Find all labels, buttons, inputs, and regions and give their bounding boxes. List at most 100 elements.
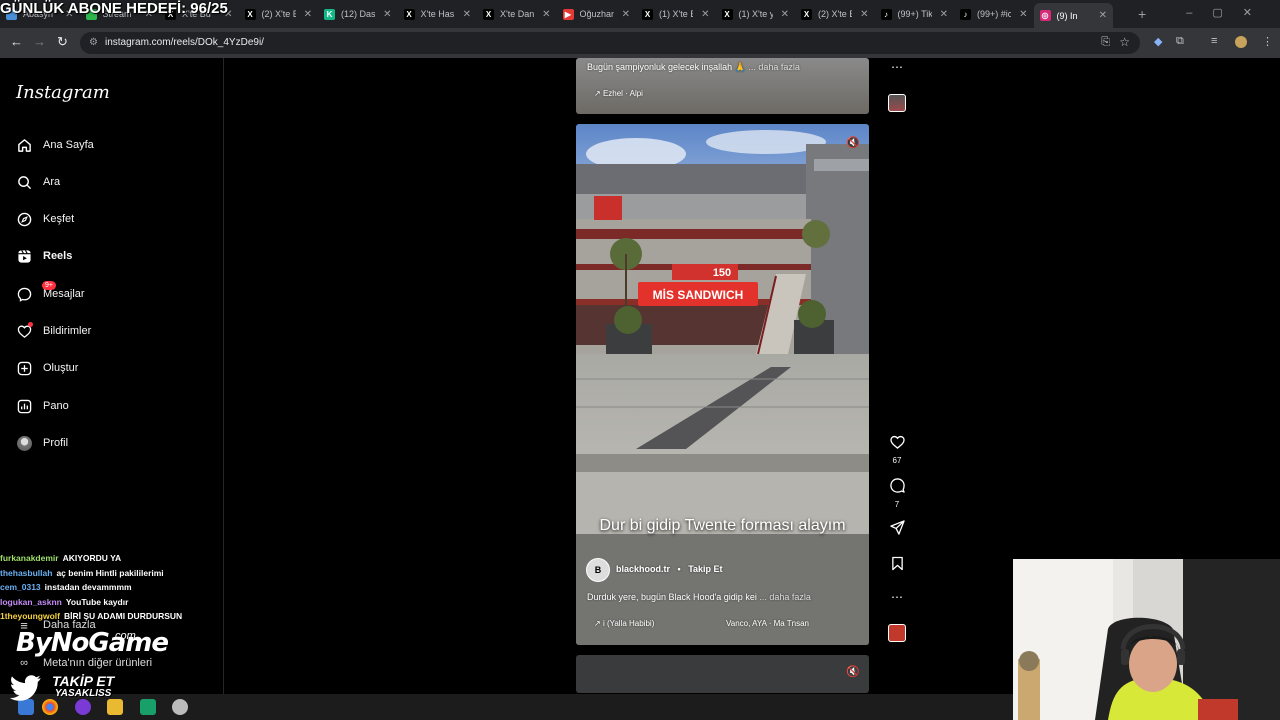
back-icon[interactable]: ← <box>10 34 23 49</box>
stream-follow-banner: TAKİP ET YASAKLISS <box>52 673 115 699</box>
tab-title: (2) X'te B <box>818 9 852 19</box>
profile-avatar-icon <box>16 435 32 451</box>
file-explorer-icon[interactable] <box>107 699 123 715</box>
tab-close-icon[interactable]: ✕ <box>701 9 709 20</box>
tab-close-icon[interactable]: ✕ <box>781 9 789 20</box>
reel-prev-audio[interactable]: ↗ Ezhel · Alpi <box>594 89 643 98</box>
address-bar: ← → ↻ ⚙ instagram.com/reels/DOk_4YzDe9i/… <box>0 28 1280 58</box>
stream-brand-domain: .com <box>112 630 136 642</box>
tab-close-icon[interactable]: ✕ <box>1099 10 1107 21</box>
reel-audio-artists[interactable]: Vanco, AYA · Ma Tnsan <box>726 619 809 628</box>
chrome-menu-icon[interactable]: ⋮ <box>1262 35 1273 48</box>
install-app-icon[interactable]: ⎘ <box>1101 36 1110 49</box>
omnibox[interactable]: ⚙ instagram.com/reels/DOk_4YzDe9i/ ⎘ ☆ <box>80 32 1140 54</box>
nav-reels[interactable]: Reels <box>16 248 72 264</box>
comment-count: 7 <box>894 500 900 509</box>
tab-favicon-icon: ♪ <box>880 8 892 20</box>
forward-icon[interactable]: → <box>33 34 46 49</box>
app-taskbar-icon[interactable] <box>75 699 91 715</box>
reel-audio[interactable]: ↗ i (Yalla Habibi) <box>594 619 654 628</box>
tab-close-icon[interactable]: ✕ <box>383 9 391 20</box>
chrome-taskbar-icon[interactable] <box>42 699 58 715</box>
browser-tab-11[interactable]: ♪ (99+) Tik ✕ <box>875 3 955 25</box>
tab-favicon-icon: X <box>403 8 415 20</box>
video-subtitle: Dur bi gidip Twente forması alayım <box>599 517 846 534</box>
nav-messages[interactable]: 9+ Mesajlar <box>16 281 85 302</box>
browser-tab-6[interactable]: X X'te Dan ✕ <box>477 3 557 25</box>
chat-text: BİRİ ŞU ADAMI DURDURSUN <box>63 611 183 621</box>
reel-more-link[interactable]: ... daha fazla <box>759 592 811 602</box>
tab-favicon-icon: X <box>801 8 812 20</box>
url-text[interactable]: instagram.com/reels/DOk_4YzDe9i/ <box>105 37 264 48</box>
reel-author-avatar[interactable]: B <box>586 558 610 582</box>
tab-close-icon[interactable]: ✕ <box>860 9 868 20</box>
chat-message: cem_0313 instadan devammmm <box>0 582 182 597</box>
reel-previous[interactable]: Bugün şampiyonluk gelecek inşallah 🙏 ...… <box>576 58 869 114</box>
browser-tab-8[interactable]: X (1) X'te B ✕ <box>636 3 716 25</box>
media-control-icon[interactable]: ≡ <box>1211 35 1217 47</box>
browser-tab-9[interactable]: X (1) X'te y ✕ <box>716 3 796 25</box>
save-button[interactable] <box>886 556 908 576</box>
prev-reel-more-icon[interactable]: ⋯ <box>886 60 908 74</box>
reel-audio-thumb[interactable] <box>886 624 908 647</box>
reel-current[interactable]: MİS SANDWICH 150 🔇 Dur bi gidip Twente f… <box>576 124 869 645</box>
chat-username: logukan_asknn <box>0 596 62 607</box>
browser-tab-3[interactable]: X (2) X'te B ✕ <box>239 3 319 25</box>
extension-icon[interactable]: ◆ <box>1154 35 1162 48</box>
shop-sign-text: MİS SANDWICH <box>653 287 744 302</box>
tab-favicon-icon: X <box>244 8 256 20</box>
browser-tab-12[interactable]: ♪ (99+) #ic ✕ <box>954 3 1034 25</box>
home-icon <box>16 137 32 153</box>
mute-icon[interactable]: 🔇 <box>846 665 860 678</box>
tab-title: (99+) #ic <box>977 9 1011 19</box>
reload-icon[interactable]: ↻ <box>57 34 68 50</box>
tab-close-icon[interactable]: ✕ <box>1019 9 1027 20</box>
reel-prev-more-link[interactable]: ... daha fazla <box>748 62 800 72</box>
tab-favicon-icon: K <box>324 8 335 20</box>
tab-title: (1) X'te B <box>659 9 693 19</box>
nav-explore[interactable]: Keşfet <box>16 211 74 227</box>
tab-close-icon[interactable]: ✕ <box>940 9 948 20</box>
chat-text: AKIYORDU YA <box>62 553 122 563</box>
app-taskbar-icon-2[interactable] <box>172 699 188 715</box>
profile-avatar[interactable] <box>1235 36 1247 48</box>
tab-title: Oğuzhan <box>579 9 614 19</box>
nav-dashboard[interactable]: Pano <box>16 398 69 414</box>
tab-close-icon[interactable]: ✕ <box>304 9 312 20</box>
browser-tab-13[interactable]: ◎ (9) In ✕ <box>1033 3 1113 28</box>
mute-icon[interactable]: 🔇 <box>846 136 860 149</box>
like-count: 67 <box>892 456 902 465</box>
follow-button[interactable]: Takip Et <box>688 564 722 574</box>
browser-tab-7[interactable]: ▶ Oğuzhan ✕ <box>557 3 637 25</box>
comment-button[interactable]: 7 <box>886 478 908 509</box>
shop-sign-price: 150 <box>713 267 731 279</box>
compass-icon <box>16 211 32 227</box>
nav-create[interactable]: Oluştur <box>16 360 78 376</box>
messages-badge: 9+ <box>42 281 56 290</box>
bookmark-star-icon[interactable]: ☆ <box>1119 35 1130 49</box>
nav-search[interactable]: Ara <box>16 174 60 190</box>
browser-tab-5[interactable]: X X'te Has ✕ <box>398 3 478 25</box>
like-button[interactable]: 67 <box>886 435 908 465</box>
search-icon <box>16 174 32 190</box>
extensions-puzzle-icon[interactable]: ⧉ <box>1176 35 1184 48</box>
nav-home[interactable]: Ana Sayfa <box>16 137 94 153</box>
new-tab-button[interactable]: + <box>1138 6 1146 22</box>
more-options-icon[interactable]: ⋯ <box>886 590 908 604</box>
browser-tab-4[interactable]: K (12) Das ✕ <box>318 3 398 25</box>
site-info-icon[interactable]: ⚙ <box>89 37 98 48</box>
share-button[interactable] <box>886 520 908 540</box>
kick-taskbar-icon[interactable] <box>140 699 156 715</box>
nav-notifications[interactable]: Bildirimler <box>16 322 91 339</box>
tab-close-icon[interactable]: ✕ <box>542 9 550 20</box>
tab-close-icon[interactable]: ✕ <box>463 9 471 20</box>
reel-next[interactable]: 🔇 <box>576 655 869 693</box>
instagram-logo[interactable]: Instagram <box>16 82 110 103</box>
webcam-frame <box>1013 559 1280 720</box>
reel-author-username[interactable]: blackhood.tr <box>616 564 670 574</box>
browser-tab-10[interactable]: X (2) X'te B ✕ <box>795 3 875 25</box>
prev-reel-audio-thumb[interactable] <box>886 94 908 117</box>
window-controls[interactable]: ‒▢✕ <box>1186 6 1272 19</box>
tab-close-icon[interactable]: ✕ <box>622 9 630 20</box>
nav-profile[interactable]: Profil <box>16 435 68 451</box>
